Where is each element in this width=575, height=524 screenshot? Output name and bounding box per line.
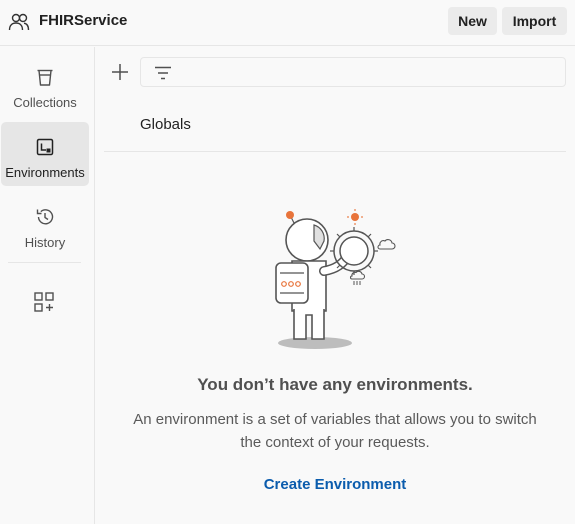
- filter-icon: [155, 66, 171, 80]
- plus-icon[interactable]: [108, 60, 132, 84]
- workspace-name[interactable]: FHIRService: [39, 12, 127, 29]
- sidebar-item-label: Collections: [13, 95, 77, 110]
- sidebar-item-history[interactable]: History: [1, 192, 89, 256]
- sidebar-item-label: History: [24, 235, 66, 250]
- new-button[interactable]: New: [448, 7, 497, 35]
- sidebar-item-environments[interactable]: Environments: [1, 122, 89, 186]
- filter-input[interactable]: [181, 58, 561, 86]
- globals-row[interactable]: Globals: [104, 104, 566, 152]
- sidebar: Collections Environments History: [0, 47, 95, 524]
- sidebar-divider: [8, 262, 81, 263]
- history-icon: [36, 209, 54, 225]
- sidebar-item-collections[interactable]: Collections: [1, 52, 89, 116]
- create-environment-link[interactable]: Create Environment: [104, 476, 566, 493]
- empty-state-description-line: An environment is a set of variables tha…: [133, 411, 537, 428]
- empty-state-description-line: the context of your requests.: [240, 434, 430, 451]
- sidebar-item-label: Environments: [5, 165, 85, 180]
- globals-label: Globals: [140, 116, 191, 133]
- environment-icon: [36, 138, 54, 156]
- empty-state-description: An environment is a set of variables tha…: [110, 408, 560, 454]
- add-widget-icon[interactable]: [32, 290, 56, 314]
- trash-bin-icon: [37, 69, 53, 86]
- filter-field[interactable]: [140, 57, 566, 87]
- empty-state-title: You don’t have any environments.: [197, 375, 473, 394]
- import-button[interactable]: Import: [502, 7, 567, 35]
- team-icon[interactable]: [8, 11, 30, 33]
- app-header: FHIRService New Import: [0, 0, 575, 46]
- astronaut-illustration: [275, 209, 396, 349]
